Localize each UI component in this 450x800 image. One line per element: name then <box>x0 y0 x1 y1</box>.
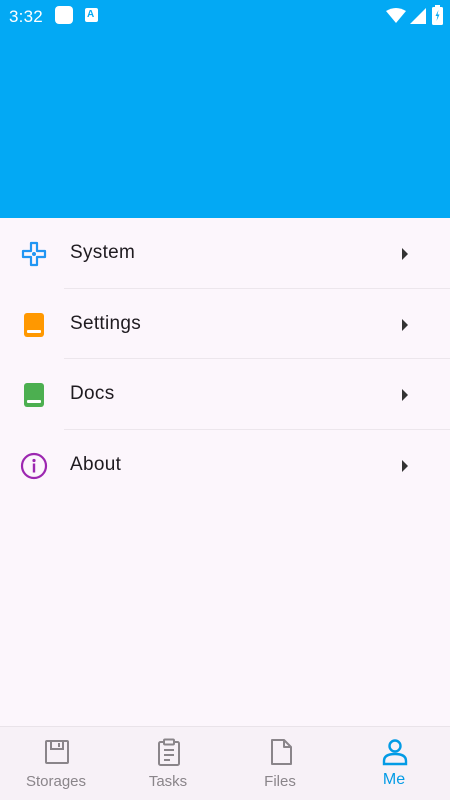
nav-storages[interactable]: Storages <box>0 727 112 800</box>
chevron-right-icon <box>402 459 408 472</box>
settings-book-icon <box>24 312 44 337</box>
menu-item-label: About <box>70 453 122 475</box>
nav-label: Tasks <box>148 773 188 790</box>
battery-icon <box>432 5 443 25</box>
chevron-right-icon <box>402 248 408 260</box>
info-icon <box>20 452 48 479</box>
menu-item-label: System <box>70 242 136 263</box>
profile-header <box>0 32 450 218</box>
wifi-icon <box>386 8 406 23</box>
menu-item-docs[interactable]: Docs <box>0 359 450 430</box>
notification-icon <box>55 6 73 24</box>
clipboard-icon <box>158 738 180 766</box>
cell-signal-icon <box>410 8 426 24</box>
person-icon <box>382 739 408 766</box>
menu-list: System Settings Docs About <box>0 218 450 500</box>
nav-label: Storages <box>25 773 87 790</box>
chevron-right-icon <box>402 389 408 402</box>
system-icon <box>21 241 47 267</box>
nav-tasks[interactable]: Tasks <box>112 727 224 800</box>
menu-item-system[interactable]: System <box>0 218 450 289</box>
menu-item-label: Settings <box>70 312 142 334</box>
nav-me[interactable]: Me <box>338 727 450 800</box>
menu-item-settings[interactable]: Settings <box>0 289 450 360</box>
docs-book-icon <box>24 383 44 408</box>
nav-label: Me <box>382 771 406 788</box>
nav-files[interactable]: Files <box>224 727 336 800</box>
nav-label: Files <box>264 773 296 790</box>
status-bar: 3:32 A <box>0 0 450 32</box>
file-icon <box>271 739 292 765</box>
chevron-right-icon <box>402 318 408 331</box>
app-notification-icon: A <box>85 8 98 22</box>
status-time: 3:32 <box>9 7 43 26</box>
menu-item-about[interactable]: About <box>0 430 450 501</box>
bottom-navigation: Storages Tasks Files Me <box>0 726 450 800</box>
menu-item-label: Docs <box>70 383 115 405</box>
storage-icon <box>45 740 69 764</box>
